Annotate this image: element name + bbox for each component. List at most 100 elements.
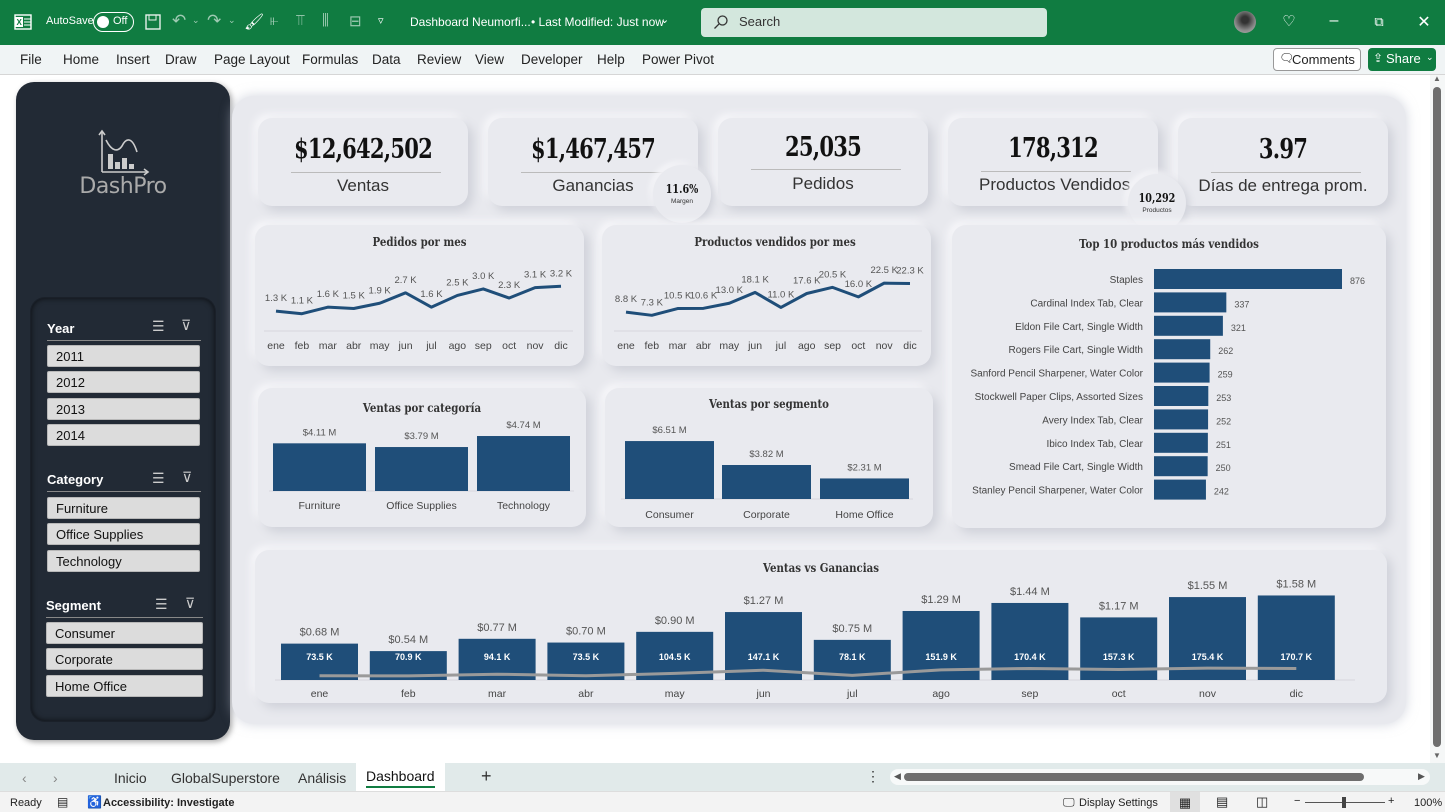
align-middle-icon[interactable]: ⊟	[349, 12, 362, 30]
tab-view[interactable]: View	[475, 52, 504, 67]
x-tick-label: nov	[876, 340, 894, 352]
redo-dropdown-icon[interactable]: ⌄	[228, 15, 236, 26]
sheet-tab-globalsuperstore[interactable]: GlobalSuperstore	[171, 770, 280, 786]
vertical-scrollbar[interactable]: ▲ ▼	[1430, 74, 1445, 763]
slicer-item-consumer[interactable]: Consumer	[46, 622, 203, 644]
minimize-icon[interactable]: –	[1324, 12, 1344, 30]
horizontal-scrollbar[interactable]: ◀ ▶	[890, 769, 1430, 785]
save-icon[interactable]	[144, 13, 162, 31]
add-sheet-icon[interactable]: +	[481, 766, 492, 787]
format-painter-icon[interactable]: 🖌	[244, 12, 264, 32]
slicer-item-office-supplies[interactable]: Office Supplies	[47, 523, 200, 545]
kpi-card-productos-vendidos: 178,312 Productos Vendidos	[948, 118, 1158, 206]
slicer-item-furniture[interactable]: Furniture	[47, 497, 200, 519]
tab-file[interactable]: File	[20, 52, 42, 67]
sheet-tab-dashboard[interactable]: Dashboard	[356, 763, 445, 791]
kpi-card-pedidos: 25,035 Pedidos	[718, 118, 928, 206]
horizontal-scroll-thumb[interactable]	[904, 773, 1364, 781]
next-sheet-icon[interactable]: ›	[53, 770, 58, 786]
margin-value: 11.6%	[665, 182, 699, 196]
zoom-in-icon[interactable]: +	[1388, 795, 1394, 807]
distribute-icon[interactable]: ⫼	[322, 12, 329, 29]
scroll-down-icon[interactable]: ▼	[1433, 751, 1441, 760]
document-title[interactable]: Dashboard Neumorfi...	[410, 15, 531, 29]
close-icon[interactable]: ✕	[1414, 12, 1434, 32]
comments-button[interactable]: 🗨 Comments	[1273, 48, 1361, 71]
align-top-icon[interactable]: ⫪	[296, 12, 304, 29]
zoom-level[interactable]: 100%	[1414, 797, 1442, 809]
slicer-item-corporate[interactable]: Corporate	[46, 648, 203, 670]
x-tick-label: Technology	[497, 500, 551, 512]
tab-insert[interactable]: Insert	[116, 52, 150, 67]
share-button[interactable]: ⇪ Share ⌄	[1368, 48, 1436, 71]
profit-label: 94.1 K	[484, 652, 511, 662]
x-tick-label: abr	[696, 340, 712, 352]
customize-toolbar-icon[interactable]: ▿	[378, 14, 384, 27]
prev-sheet-icon[interactable]: ‹	[22, 770, 27, 786]
zoom-slider-thumb[interactable]	[1342, 797, 1346, 808]
kpi-label: Pedidos	[792, 174, 854, 193]
page-break-view-icon[interactable]: ◫	[1256, 794, 1268, 810]
accessibility-status[interactable]: Accessibility: Investigate	[103, 797, 234, 809]
normal-view-icon[interactable]: ▦	[1170, 792, 1200, 812]
data-label: 1.6 K	[420, 289, 443, 300]
tab-power-pivot[interactable]: Power Pivot	[642, 52, 714, 67]
data-label: $1.27 M	[744, 595, 784, 607]
macro-recording-icon[interactable]: ▤	[57, 795, 68, 809]
last-modified[interactable]: • Last Modified: Just now	[531, 15, 664, 29]
tab-developer[interactable]: Developer	[521, 52, 583, 67]
tab-data[interactable]: Data	[372, 52, 401, 67]
scroll-up-icon[interactable]: ▲	[1433, 74, 1441, 83]
zoom-out-icon[interactable]: −	[1294, 795, 1300, 807]
data-label: 337	[1234, 299, 1249, 309]
tab-draw[interactable]: Draw	[165, 52, 197, 67]
slicer-item-2013[interactable]: 2013	[47, 398, 200, 420]
redo-icon[interactable]: ↷	[207, 11, 221, 31]
multi-select-icon[interactable]: ☰	[152, 470, 165, 487]
tab-formulas[interactable]: Formulas	[302, 52, 358, 67]
data-label: 22.5 K	[870, 265, 898, 276]
tab-help[interactable]: Help	[597, 52, 625, 67]
multi-select-icon[interactable]: ☰	[152, 318, 165, 335]
tab-review[interactable]: Review	[417, 52, 461, 67]
multi-select-icon[interactable]: ☰	[155, 596, 168, 613]
autosave-toggle[interactable]: Off	[93, 12, 134, 32]
slicer-item-home-office[interactable]: Home Office	[46, 675, 203, 697]
tab-home[interactable]: Home	[63, 52, 99, 67]
slicer-item-technology[interactable]: Technology	[47, 550, 200, 572]
align-left-icon[interactable]: ⫦	[270, 12, 278, 29]
undo-icon[interactable]: ↶	[172, 11, 186, 31]
vertical-scroll-thumb[interactable]	[1433, 87, 1441, 747]
slicer-item-2012[interactable]: 2012	[47, 371, 200, 393]
user-avatar[interactable]	[1234, 11, 1256, 33]
scroll-left-icon[interactable]: ◀	[894, 771, 901, 782]
slicer-item-2014[interactable]: 2014	[47, 424, 200, 446]
lightbulb-icon[interactable]: ♡	[1279, 12, 1299, 30]
x-tick-label: nov	[527, 340, 545, 352]
kpi-divider	[751, 169, 901, 170]
clear-filter-icon[interactable]: ⊽	[182, 469, 192, 486]
search-placeholder: Search	[739, 14, 781, 29]
data-label: 876	[1350, 276, 1365, 286]
sheet-tab-inicio[interactable]: Inicio	[114, 770, 147, 786]
data-label: 2.7 K	[394, 275, 417, 286]
slicer-item-2011[interactable]: 2011	[47, 345, 200, 367]
x-tick-label: sep	[1021, 688, 1038, 700]
more-options-icon[interactable]: ⋮	[866, 768, 880, 785]
tab-page-layout[interactable]: Page Layout	[214, 52, 290, 67]
scroll-right-icon[interactable]: ▶	[1418, 771, 1425, 782]
search-box[interactable]: Search	[701, 8, 1047, 37]
clear-filter-icon[interactable]: ⊽	[181, 317, 191, 334]
bar	[625, 441, 714, 499]
display-settings-button[interactable]: Display Settings	[1079, 797, 1158, 809]
restore-icon[interactable]: ⧉	[1369, 14, 1389, 30]
profit-label: 157.3 K	[1103, 652, 1135, 662]
title-chevron-down-icon[interactable]: ⌄	[660, 13, 669, 26]
x-tick-label: oct	[1112, 688, 1126, 700]
data-label: 262	[1218, 346, 1233, 356]
undo-dropdown-icon[interactable]: ⌄	[192, 15, 200, 26]
clear-filter-icon[interactable]: ⊽	[185, 595, 195, 612]
sheet-tab-analisis[interactable]: Análisis	[298, 770, 346, 786]
autosave-label: AutoSave	[46, 15, 94, 27]
page-layout-view-icon[interactable]: ▤	[1216, 794, 1228, 810]
